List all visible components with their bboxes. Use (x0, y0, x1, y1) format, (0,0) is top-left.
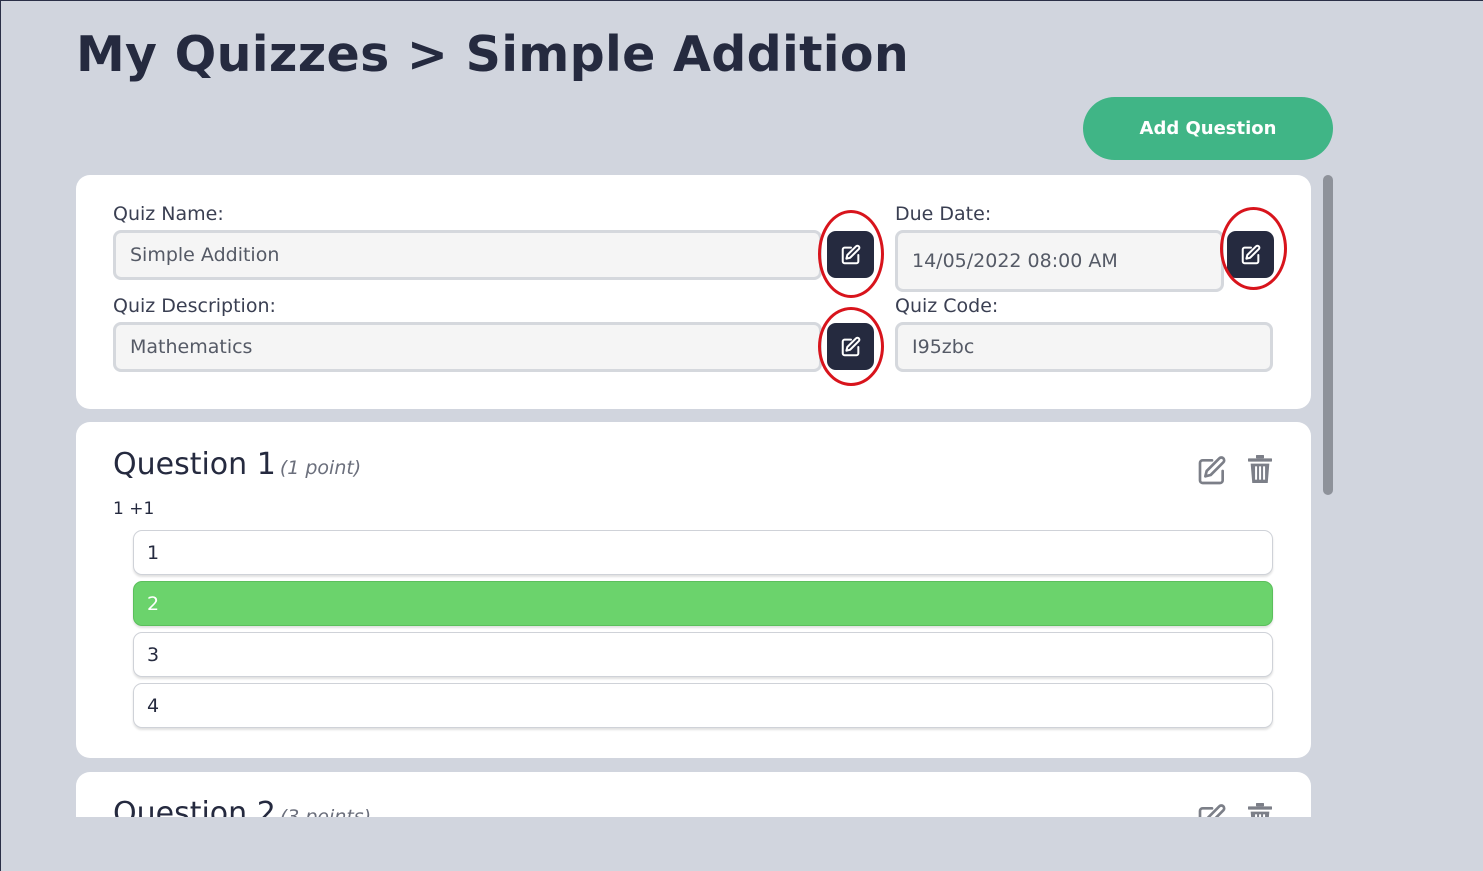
quiz-description-field[interactable]: Mathematics (113, 322, 822, 372)
question-text: 1 +1 (113, 499, 155, 519)
question-title: Question 1 (1 point) (113, 447, 361, 482)
question-title: Question 2 (3 points) (113, 796, 371, 817)
answer-option-correct[interactable]: 2 (133, 581, 1273, 626)
quiz-name-label: Quiz Name: (113, 203, 224, 225)
answer-option[interactable]: 3 (133, 632, 1273, 677)
edit-icon (841, 336, 860, 356)
trash-icon[interactable] (1244, 801, 1276, 817)
edit-quiz-name-button[interactable] (827, 231, 874, 278)
edit-icon (841, 244, 860, 264)
quiz-info-card: Quiz Name: Simple Addition Quiz Descript… (76, 175, 1311, 409)
add-question-button[interactable]: Add Question (1083, 97, 1333, 160)
question-points: (3 points) (279, 806, 372, 817)
quiz-code-label: Quiz Code: (895, 295, 999, 317)
edit-icon[interactable] (1196, 803, 1228, 817)
quiz-content: Quiz Name: Simple Addition Quiz Descript… (76, 175, 1316, 817)
answer-option[interactable]: 1 (133, 530, 1273, 575)
question-title-text: Question 1 (113, 447, 276, 482)
edit-icon[interactable] (1196, 455, 1228, 487)
trash-icon[interactable] (1244, 453, 1276, 485)
question-card: Question 1 (1 point) 1 +1 1 2 3 4 (76, 422, 1311, 758)
question-card: Question 2 (3 points) (76, 772, 1311, 817)
due-date-label: Due Date: (895, 203, 992, 225)
due-date-field[interactable]: 14/05/2022 08:00 AM (895, 230, 1224, 292)
quiz-name-field[interactable]: Simple Addition (113, 230, 822, 280)
page-title: My Quizzes > Simple Addition (76, 26, 910, 83)
edit-quiz-description-button[interactable] (827, 323, 874, 370)
answer-option[interactable]: 4 (133, 683, 1273, 728)
quiz-code-field[interactable]: I95zbc (895, 322, 1273, 372)
question-points: (1 point) (279, 457, 362, 479)
scrollbar-thumb[interactable] (1323, 175, 1333, 495)
edit-due-date-button[interactable] (1227, 231, 1274, 278)
edit-icon (1241, 244, 1260, 264)
question-title-text: Question 2 (113, 796, 276, 817)
quiz-description-label: Quiz Description: (113, 295, 276, 317)
